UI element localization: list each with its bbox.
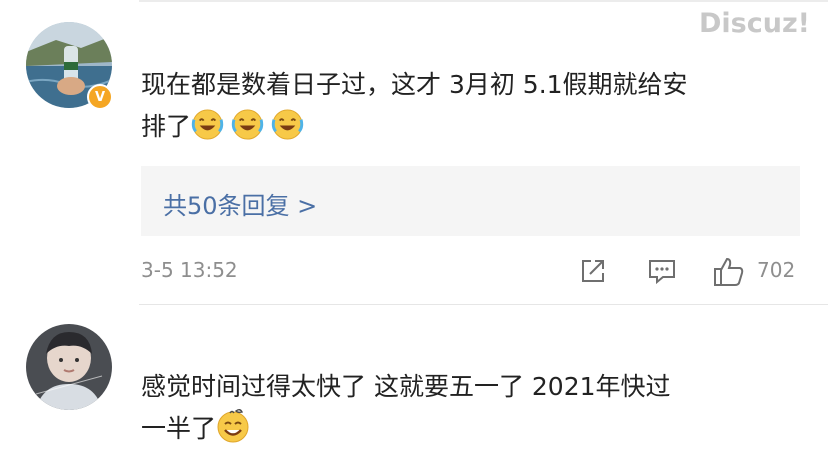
discuz-watermark: Discuz!	[699, 8, 810, 39]
share-icon	[582, 260, 604, 282]
laugh-cry-emoji	[191, 109, 311, 141]
laugh-cry-emoji	[191, 109, 224, 140]
verified-badge: V	[87, 84, 113, 110]
view-replies-link[interactable]: 共50条回复 >	[163, 186, 317, 221]
comment-button[interactable]	[646, 256, 678, 290]
comment-text: 感觉时间过得太快了 这就要五一了 2021年快过 一半了	[141, 366, 806, 450]
sweat-smile-emoji	[217, 409, 249, 443]
comment-timestamp: 3-5 13:52	[141, 258, 238, 282]
laugh-cry-emoji	[231, 109, 264, 140]
comment-icon	[649, 260, 675, 285]
like-count: 702	[757, 258, 796, 282]
comment-divider	[139, 304, 828, 305]
laugh-cry-emoji	[271, 109, 304, 140]
replies-panel[interactable]: 共50条回复 >	[141, 166, 800, 236]
avatar[interactable]	[26, 324, 112, 410]
thumbs-up-icon	[714, 257, 744, 286]
top-divider	[139, 0, 828, 2]
share-button[interactable]	[578, 256, 608, 290]
comment-text: 现在都是数着日子过，这才 3月初 5.1假期就给安 排了	[141, 64, 806, 148]
like-button[interactable]	[712, 256, 746, 292]
